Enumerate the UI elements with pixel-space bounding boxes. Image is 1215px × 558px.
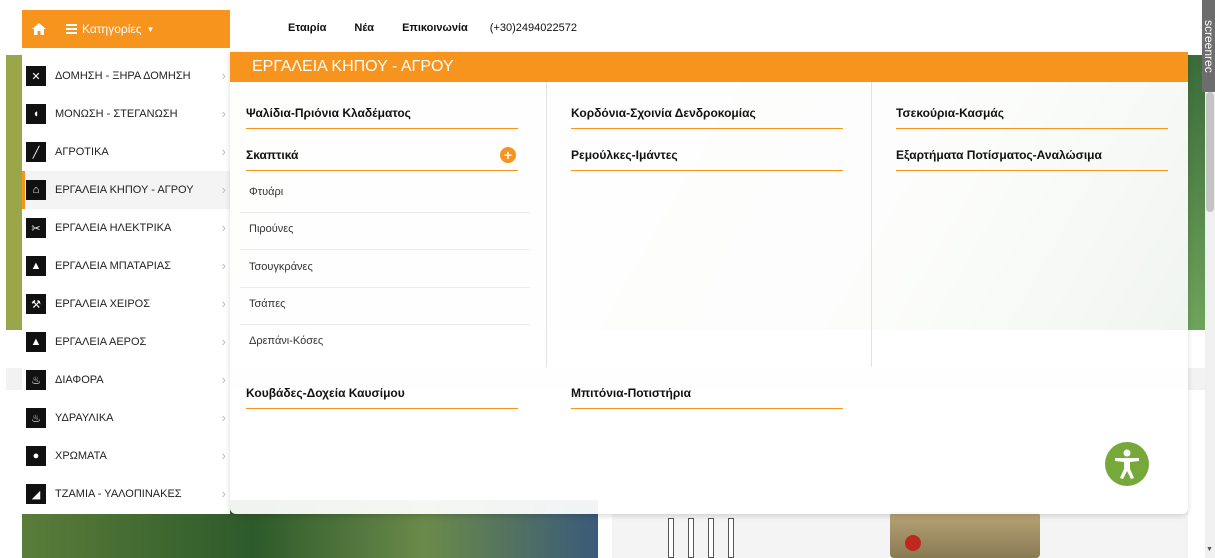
valve-image — [905, 535, 921, 551]
expand-plus-icon[interactable]: + — [500, 147, 516, 163]
subcategory-link[interactable]: Δρεπάνι-Κόσες — [249, 335, 529, 347]
category-link-pruning[interactable]: Ψαλίδια-Πριόνια Κλαδέματος — [246, 106, 518, 129]
flame-icon: ♨ — [26, 370, 46, 390]
chevron-right-icon: › — [221, 296, 226, 311]
chevron-right-icon: › — [221, 334, 226, 349]
chevron-right-icon: › — [221, 486, 226, 501]
category-sidebar: ✕ ΔΟΜΗΣΗ - ΞΗΡΑ ΔΟΜΗΣΗ › ◖ ΜΟΝΩΣΗ - ΣΤΕΓ… — [22, 57, 230, 514]
chevron-right-icon: › — [221, 258, 226, 273]
sidebar-item-air-tools[interactable]: ▲ ΕΡΓΑΛΕΙΑ ΑΕΡΟΣ › — [22, 323, 230, 361]
sidebar-item-label: ΕΡΓΑΛΕΙΑ ΗΛΕΚΤΡΙΚΑ — [55, 222, 172, 234]
chevron-right-icon: › — [221, 144, 226, 159]
sidebar-item-label: ΕΡΓΑΛΕΙΑ ΧΕΙΡΟΣ — [55, 298, 151, 310]
categories-button[interactable]: Κατηγορίες ▼ — [22, 10, 230, 48]
sidebar-item-xromata[interactable]: ● ΧΡΩΜΑΤΑ › — [22, 437, 230, 475]
radiator-fin — [728, 518, 734, 558]
sidebar-item-label: ΔΙΑΦΟΡΑ — [55, 374, 104, 386]
chevron-right-icon: › — [221, 448, 226, 463]
scissors-icon: ✂ — [26, 218, 46, 238]
column-divider — [546, 82, 547, 367]
sidebar-item-hand-tools[interactable]: ⚒ ΕΡΓΑΛΕΙΑ ΧΕΙΡΟΣ › — [22, 285, 230, 323]
phone-number[interactable]: (+30)2494022572 — [490, 22, 577, 34]
subcategory-link[interactable]: Τσάπες — [249, 298, 529, 310]
tools-icon: ✕ — [26, 66, 46, 86]
hero-left-edge — [6, 55, 22, 330]
screenrec-watermark: screenrec — [1202, 0, 1215, 92]
sidebar-item-monosi[interactable]: ◖ ΜΟΝΩΣΗ - ΣΤΕΓΑΝΩΣΗ › — [22, 95, 230, 133]
divider — [240, 249, 530, 250]
sidebar-item-label: ΜΟΝΩΣΗ - ΣΤΕΓΑΝΩΣΗ — [55, 108, 178, 120]
accessibility-button[interactable] — [1105, 442, 1149, 486]
sidebar-item-label: ΧΡΩΜΑΤΑ — [55, 450, 107, 462]
sidebar-item-tzamia[interactable]: ◢ ΤΖΑΜΙΑ - ΥΑΛΟΠΙΝΑΚΕΣ › — [22, 475, 230, 513]
sidebar-item-garden-tools[interactable]: ⌂ ΕΡΓΑΛΕΙΑ ΚΗΠΟΥ - ΑΓΡΟΥ › — [22, 171, 230, 209]
sidebar-item-label: ΑΓΡΟΤΙΚΑ — [55, 146, 109, 158]
insulation-roll-icon: ◖ — [26, 104, 46, 124]
hero-right-edge — [1188, 55, 1205, 330]
sidebar-item-diafora[interactable]: ♨ ΔΙΑΦΟΡΑ › — [22, 361, 230, 399]
sidebar-item-electric-tools[interactable]: ✂ ΕΡΓΑΛΕΙΑ ΗΛΕΚΤΡΙΚΑ › — [22, 209, 230, 247]
category-link-ropes[interactable]: Κορδόνια-Σχοινία Δενδροκομίας — [571, 106, 843, 129]
menu-icon — [66, 24, 77, 34]
accessibility-icon — [1115, 449, 1139, 479]
category-link-axes[interactable]: Τσεκούρια-Κασμάς — [896, 106, 1168, 129]
divider — [240, 287, 530, 288]
sidebar-item-label: ΤΖΑΜΙΑ - ΥΑΛΟΠΙΝΑΚΕΣ — [55, 488, 182, 500]
scythe-icon: ╱ — [26, 142, 46, 162]
hand-tool-icon: ⚒ — [26, 294, 46, 314]
top-links: Εταιρία Νέα Επικοινωνία (+30)2494022572 — [288, 22, 605, 34]
scrollbar-thumb[interactable] — [1206, 92, 1214, 212]
radiator-fin — [688, 518, 694, 558]
sidebar-item-label: ΔΟΜΗΣΗ - ΞΗΡΑ ΔΟΜΗΣΗ — [55, 70, 191, 82]
sidebar-item-battery-tools[interactable]: ▲ ΕΡΓΑΛΕΙΑ ΜΠΑΤΑΡΙΑΣ › — [22, 247, 230, 285]
paint-drop-icon: ● — [26, 446, 46, 466]
divider — [240, 324, 530, 325]
chevron-right-icon: › — [221, 68, 226, 83]
nav-link-news[interactable]: Νέα — [354, 22, 374, 34]
column-divider — [871, 82, 872, 367]
sidebar-item-agrotika[interactable]: ╱ ΑΓΡΟΤΙΚΑ › — [22, 133, 230, 171]
category-link-watering-parts[interactable]: Εξαρτήματα Ποτίσματος-Αναλώσιμα — [896, 148, 1168, 171]
scroll-down-arrow-icon[interactable]: ▼ — [1206, 546, 1213, 553]
nav-link-company[interactable]: Εταιρία — [288, 22, 326, 34]
sidebar-item-label: ΕΡΓΑΛΕΙΑ ΑΕΡΟΣ — [55, 336, 147, 348]
sidebar-item-domisi[interactable]: ✕ ΔΟΜΗΣΗ - ΞΗΡΑ ΔΟΜΗΣΗ › — [22, 57, 230, 95]
mega-menu-title: ΕΡΓΑΛΕΙΑ ΚΗΠΟΥ - ΑΓΡΟΥ — [230, 52, 1188, 82]
nav-link-contact[interactable]: Επικοινωνία — [402, 22, 468, 34]
category-link-fuel-cans[interactable]: Κουβάδες-Δοχεία Καυσίμου — [246, 386, 518, 409]
sidebar-item-label: ΕΡΓΑΛΕΙΑ ΜΠΑΤΑΡΙΑΣ — [55, 260, 171, 272]
mega-menu-panel: ΕΡΓΑΛΕΙΑ ΚΗΠΟΥ - ΑΓΡΟΥ Ψαλίδια-Πριόνια Κ… — [230, 52, 1188, 514]
chevron-right-icon: › — [221, 182, 226, 197]
caret-down-icon: ▼ — [146, 24, 155, 34]
chevron-right-icon: › — [221, 106, 226, 121]
chevron-right-icon: › — [221, 220, 226, 235]
subcategory-link[interactable]: Τσουγκράνες — [249, 261, 529, 273]
categories-label: Κατηγορίες — [82, 22, 142, 36]
home-icon[interactable] — [32, 23, 46, 35]
sidebar-item-label: ΕΡΓΑΛΕΙΑ ΚΗΠΟΥ - ΑΓΡΟΥ — [55, 184, 194, 196]
subcategory-link[interactable]: Πιρούνες — [249, 223, 529, 235]
category-link-straps[interactable]: Ρεμούλκες-Ιμάντες — [571, 148, 843, 171]
subcategory-link[interactable]: Φτυάρι — [249, 186, 529, 198]
glass-icon: ◢ — [26, 484, 46, 504]
flame-icon: ♨ — [26, 408, 46, 428]
divider — [240, 212, 530, 213]
chevron-right-icon: › — [221, 410, 226, 425]
chevron-right-icon: › — [221, 372, 226, 387]
category-link-digging[interactable]: Σκαπτικά — [246, 148, 518, 171]
air-tool-icon: ▲ — [26, 332, 46, 352]
sidebar-item-ydraulika[interactable]: ♨ ΥΔΡΑΥΛΙΚΑ › — [22, 399, 230, 437]
house-icon: ⌂ — [26, 180, 46, 200]
sidebar-item-label: ΥΔΡΑΥΛΙΚΑ — [55, 412, 114, 424]
battery-tool-icon: ▲ — [26, 256, 46, 276]
radiator-fin — [668, 518, 674, 558]
radiator-fin — [708, 518, 714, 558]
category-link-watering-cans[interactable]: Μπιτόνια-Ποτιστήρια — [571, 386, 843, 409]
